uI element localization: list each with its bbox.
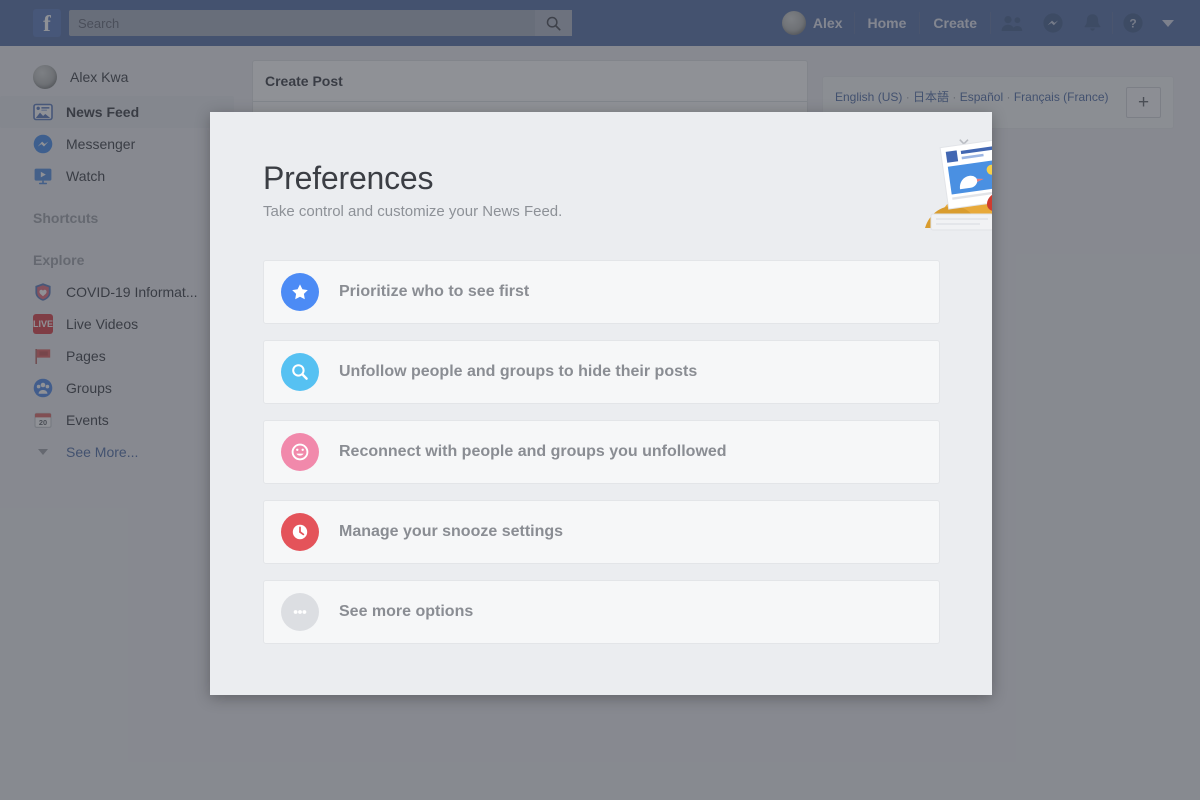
- smiley-icon: [281, 433, 319, 471]
- option-reconnect[interactable]: Reconnect with people and groups you unf…: [263, 420, 940, 484]
- option-snooze[interactable]: Manage your snooze settings: [263, 500, 940, 564]
- ellipsis-icon: [281, 593, 319, 631]
- crab-with-news-posts-illustration: [925, 137, 992, 231]
- option-label: Prioritize who to see first: [339, 283, 530, 300]
- option-prioritize[interactable]: Prioritize who to see first: [263, 260, 940, 324]
- option-label: Reconnect with people and groups you unf…: [339, 443, 727, 460]
- preferences-options-list: Prioritize who to see first Unfollow peo…: [263, 260, 940, 660]
- star-icon: [281, 273, 319, 311]
- magnifier-icon: [281, 353, 319, 391]
- option-unfollow[interactable]: Unfollow people and groups to hide their…: [263, 340, 940, 404]
- page-title: Preferences: [263, 160, 434, 196]
- screen: f Alex Home Create: [0, 0, 1200, 800]
- preferences-dialog: × Preferences Take control and customize…: [210, 112, 992, 695]
- dialog-subtitle: Take control and customize your News Fee…: [263, 203, 563, 220]
- option-label: See more options: [339, 603, 474, 620]
- option-label: Manage your snooze settings: [339, 523, 564, 540]
- option-label: Unfollow people and groups to hide their…: [339, 363, 698, 380]
- clock-icon: [281, 513, 319, 551]
- option-see-more[interactable]: See more options: [263, 580, 940, 644]
